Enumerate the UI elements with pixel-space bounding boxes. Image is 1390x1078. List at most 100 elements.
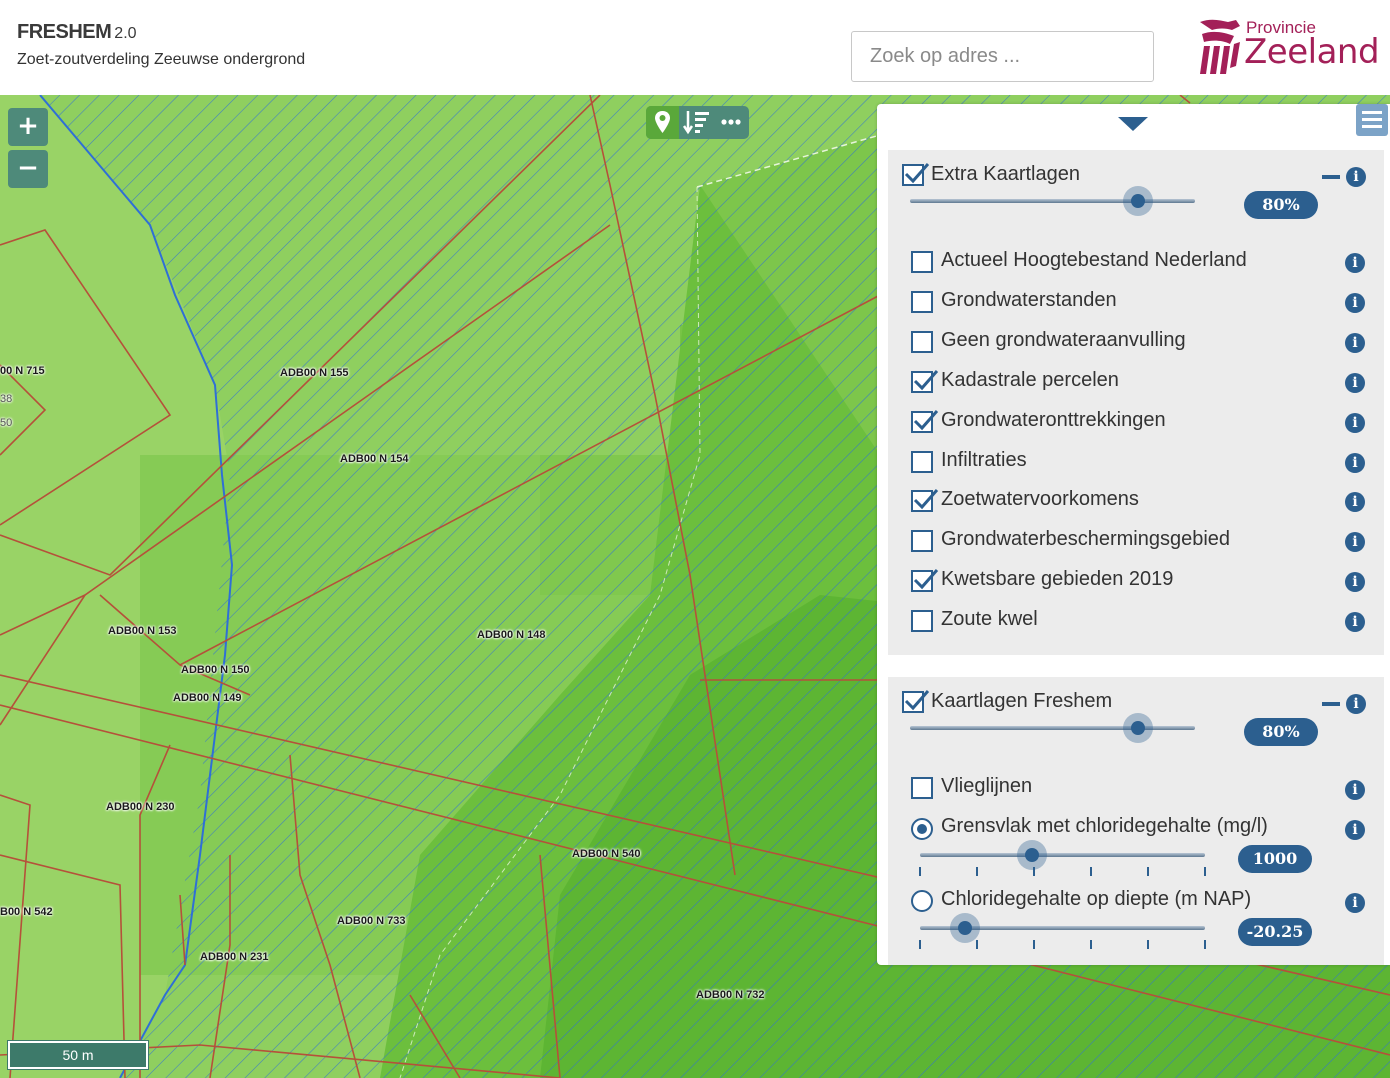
layer-checkbox[interactable]: [911, 777, 933, 799]
provincie-zeeland-logo[interactable]: Provincie Zeeland: [1196, 16, 1381, 78]
parcel-label: ADB00 N 540: [572, 848, 641, 860]
app-title: FRESHEM 2.0: [17, 21, 137, 44]
layer-label: Zoute kwel: [941, 608, 1038, 630]
slider-tick: [1147, 940, 1149, 949]
layer-label: Actueel Hoogtebestand Nederland: [941, 249, 1247, 271]
parcel-label: ADB00 N 150: [181, 664, 250, 676]
slider-tick: [1033, 940, 1035, 949]
layer-radio[interactable]: [911, 818, 933, 840]
menu-bar: [1362, 111, 1382, 114]
scale-bar: 50 m: [7, 1040, 149, 1070]
check-icon: [904, 690, 930, 711]
sort-down-icon: [682, 111, 709, 135]
opacity-value: 80%: [1244, 718, 1318, 746]
parcel-label: ADB00 N 732: [696, 989, 765, 1001]
group-checkbox-extra-kaartlagen[interactable]: [902, 163, 930, 186]
info-icon[interactable]: i: [1345, 572, 1365, 592]
info-icon[interactable]: i: [1345, 453, 1365, 473]
group-title: Extra Kaartlagen: [931, 163, 1080, 185]
layer-label: Grondwaterstanden: [941, 289, 1117, 311]
depth-slider-knob[interactable]: [950, 913, 980, 943]
chloride-slider-knob[interactable]: [1017, 840, 1047, 870]
check-icon: [913, 569, 939, 590]
info-icon[interactable]: i: [1345, 820, 1365, 840]
collapse-group-button[interactable]: [1322, 175, 1340, 179]
opacity-value: 80%: [1244, 191, 1318, 219]
info-icon[interactable]: i: [1345, 532, 1365, 552]
layer-checkbox[interactable]: [911, 569, 939, 592]
layer-label: Geen grondwateraanvulling: [941, 329, 1186, 351]
app-subtitle: Zoet-zoutverdeling Zeeuwse ondergrond: [17, 51, 306, 68]
group-title: Kaartlagen Freshem: [931, 690, 1113, 712]
app-header: FRESHEM 2.0 Zoet-zoutverdeling Zeeuwse on…: [0, 0, 1390, 95]
layer-label: Kwetsbare gebieden 2019: [941, 568, 1174, 590]
app-version: 2.0: [114, 25, 137, 42]
slider-tick: [919, 940, 921, 949]
layer-radio[interactable]: [911, 890, 933, 912]
layer-checkbox[interactable]: [911, 291, 933, 313]
zoom-out-button[interactable]: −: [8, 150, 48, 188]
collapse-arrow-icon[interactable]: [1118, 117, 1148, 133]
chloride-value: 1000: [1238, 845, 1312, 873]
menu-button[interactable]: [1356, 104, 1388, 136]
layer-label: Grensvlak met chloridegehalte (mg/l): [941, 815, 1268, 837]
slider-tick: [1090, 940, 1092, 949]
location-pin-icon: [655, 111, 670, 133]
info-icon[interactable]: i: [1345, 373, 1365, 393]
address-search-input[interactable]: [851, 31, 1154, 82]
group-checkbox-kaartlagen-freshem[interactable]: [902, 690, 930, 713]
info-icon[interactable]: i: [1345, 780, 1365, 800]
extra-kaartlagen-group: Extra Kaartlagen i 80% Actueel Hoogtebes…: [888, 150, 1384, 655]
sort-button[interactable]: [680, 106, 713, 139]
layer-checkbox[interactable]: [911, 251, 933, 273]
parcel-label: 38: [0, 393, 13, 405]
layer-checkbox[interactable]: [911, 451, 933, 473]
layer-checkbox[interactable]: [911, 410, 939, 433]
parcel-label: ADB00 N 149: [173, 692, 242, 704]
collapse-group-button[interactable]: [1322, 702, 1340, 706]
parcel-label: ADB00 N 155: [280, 367, 349, 379]
slider-tick: [1147, 867, 1149, 876]
location-pin-button[interactable]: [646, 106, 679, 139]
depth-value: -20.25: [1238, 918, 1312, 946]
layer-checkbox[interactable]: [911, 370, 939, 393]
layer-panel: Extra Kaartlagen i 80% Actueel Hoogtebes…: [877, 104, 1390, 965]
info-icon[interactable]: i: [1346, 167, 1366, 187]
app-title-text: FRESHEM: [17, 21, 112, 43]
parcel-label: ADB00 N 148: [477, 629, 546, 641]
layer-checkbox[interactable]: [911, 489, 939, 512]
parcel-label: ADB00 N 733: [337, 915, 406, 927]
zeeland-lion-icon: [1200, 19, 1240, 74]
info-icon[interactable]: i: [1345, 413, 1365, 433]
slider-tick: [976, 867, 978, 876]
chloride-slider-track[interactable]: [920, 853, 1205, 857]
layer-checkbox[interactable]: [911, 610, 933, 632]
layer-checkbox[interactable]: [911, 530, 933, 552]
more-dots-icon: [721, 119, 741, 125]
check-icon: [913, 489, 939, 510]
parcel-label: ADB00 N 230: [106, 801, 175, 813]
layer-checkbox[interactable]: [911, 331, 933, 353]
zoom-in-button[interactable]: +: [8, 108, 48, 146]
more-options-button[interactable]: [714, 106, 747, 139]
layer-label: Kadastrale percelen: [941, 369, 1119, 391]
parcel-label: 00 N 715: [0, 365, 45, 377]
slider-tick: [1204, 867, 1206, 876]
parcel-label: B00 N 542: [0, 906, 53, 918]
menu-bar: [1362, 118, 1382, 121]
parcel-label: ADB00 N 231: [200, 951, 269, 963]
info-icon[interactable]: i: [1345, 492, 1365, 512]
info-icon[interactable]: i: [1345, 293, 1365, 313]
info-icon[interactable]: i: [1346, 694, 1366, 714]
info-icon[interactable]: i: [1345, 253, 1365, 273]
layer-label: Vlieglijnen: [941, 775, 1033, 797]
parcel-label: ADB00 N 154: [340, 453, 409, 465]
info-icon[interactable]: i: [1345, 333, 1365, 353]
opacity-slider-knob[interactable]: [1123, 186, 1153, 216]
info-icon[interactable]: i: [1345, 612, 1365, 632]
check-icon: [904, 163, 930, 184]
layer-label: Grondwateronttrekkingen: [941, 409, 1166, 431]
opacity-slider-knob[interactable]: [1123, 713, 1153, 743]
parcel-label: ADB00 N 153: [108, 625, 177, 637]
info-icon[interactable]: i: [1345, 893, 1365, 913]
